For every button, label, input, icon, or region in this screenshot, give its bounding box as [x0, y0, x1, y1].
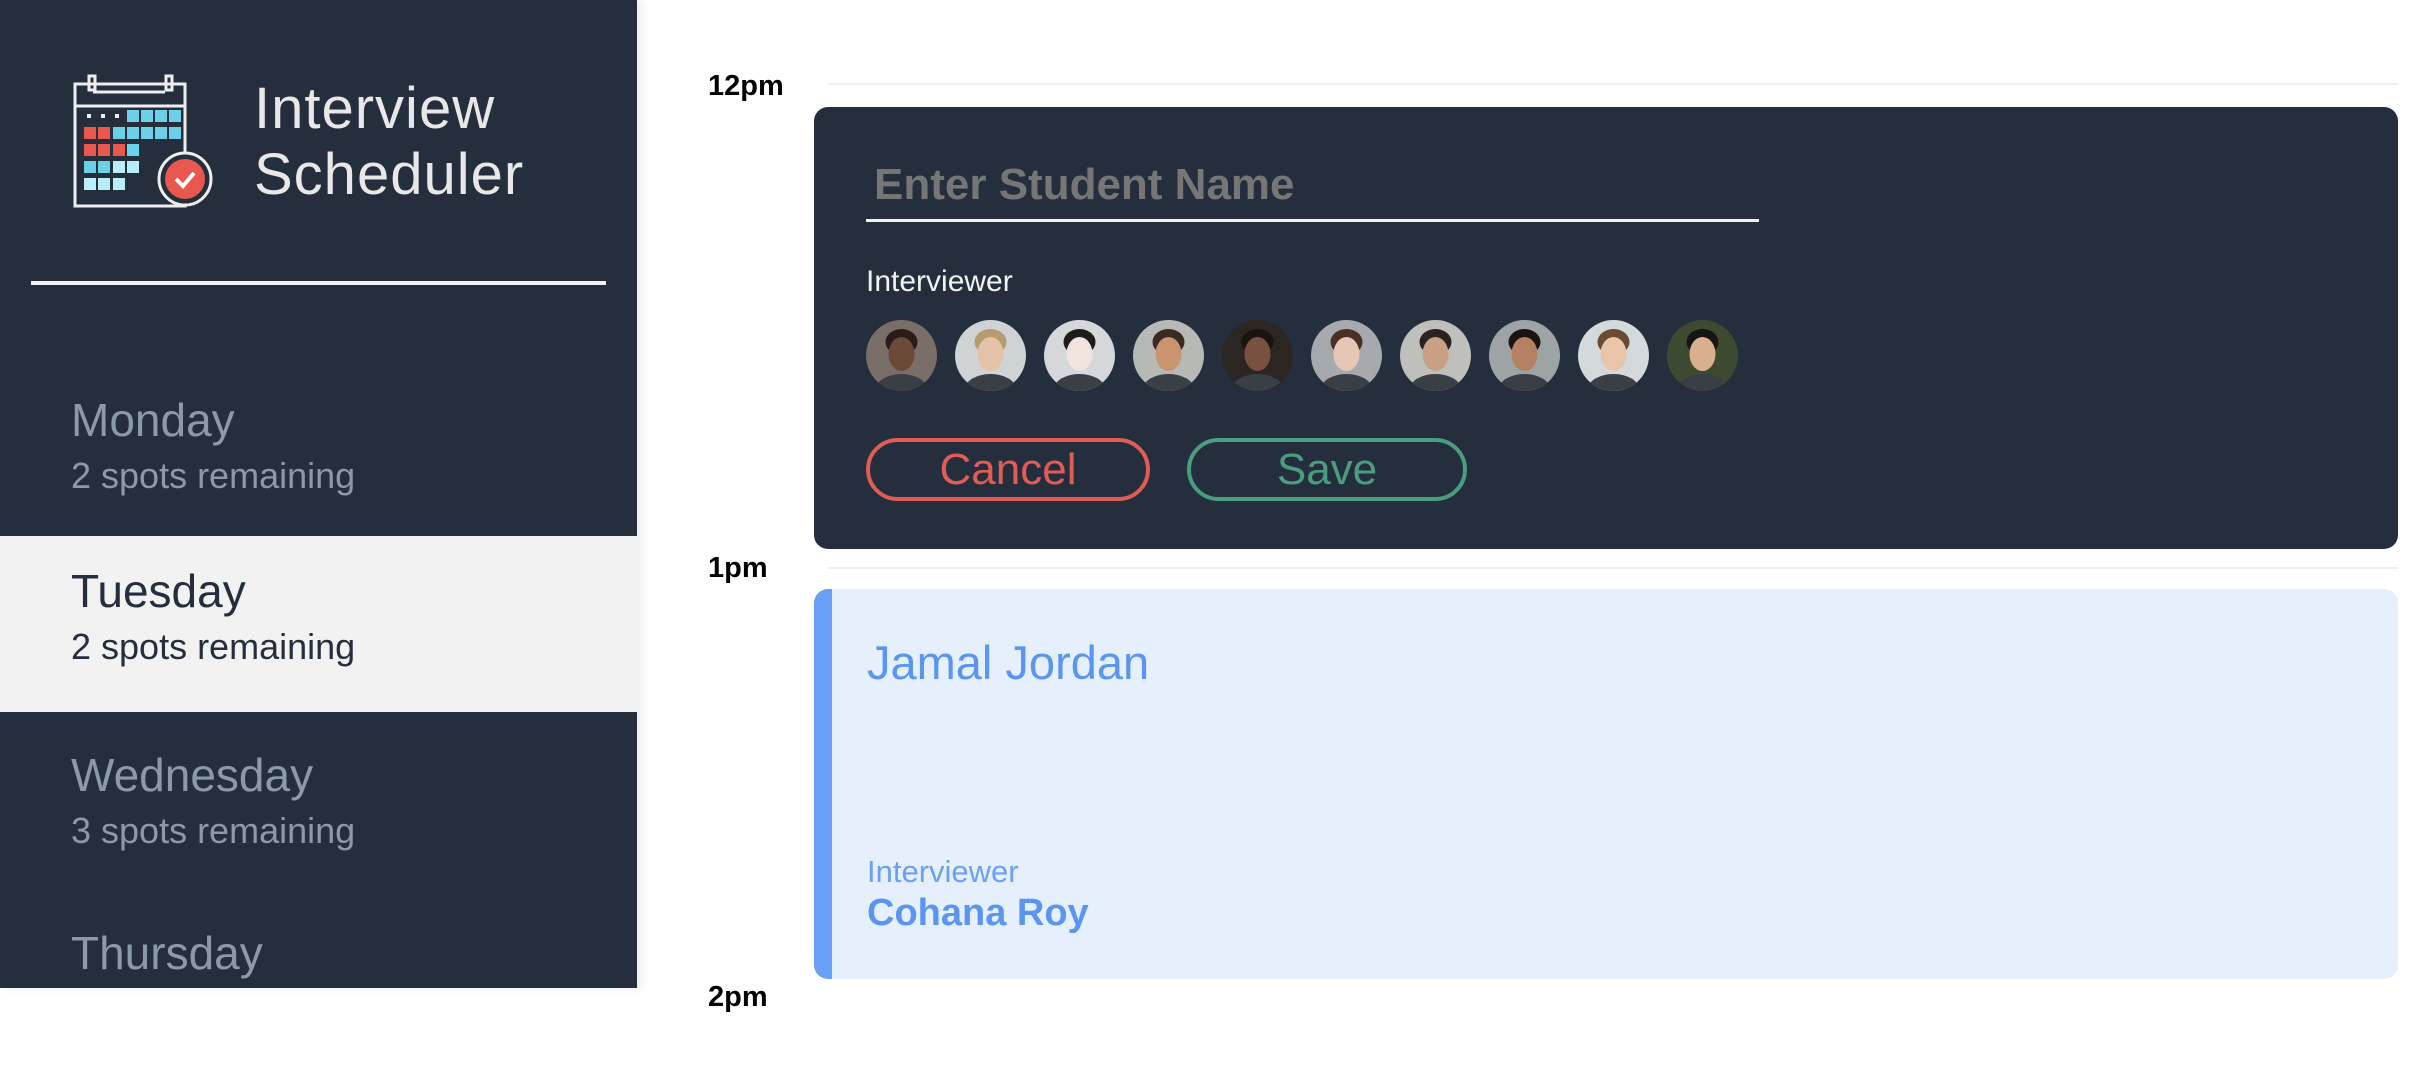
- app-title-line2: Scheduler: [254, 142, 525, 207]
- time-label-2pm: 2pm: [708, 981, 768, 1013]
- interviewer-list: [866, 320, 1738, 391]
- day-spots: 2 spots remaining: [71, 455, 356, 496]
- avatar-photo-icon: [1400, 320, 1471, 391]
- appointment-card[interactable]: Jamal Jordan Interviewer Cohana Roy: [814, 589, 2398, 979]
- sidebar-day-wednesday[interactable]: Wednesday 3 spots remaining: [0, 720, 637, 896]
- hour-separator: [828, 567, 2398, 569]
- interviewer-label: Interviewer: [866, 265, 1013, 298]
- day-name: Thursday: [71, 927, 263, 979]
- interviewer-avatar[interactable]: [1311, 320, 1382, 391]
- interviewer-avatar[interactable]: [1489, 320, 1560, 391]
- avatar-photo-icon: [1667, 320, 1738, 391]
- interviewer-avatar[interactable]: [955, 320, 1026, 391]
- sidebar-day-monday[interactable]: Monday 2 spots remaining: [0, 365, 637, 541]
- appointment-student: Jamal Jordan: [867, 636, 1150, 689]
- day-name: Tuesday: [71, 565, 246, 617]
- hour-separator: [828, 83, 2398, 85]
- day-name: Wednesday: [71, 749, 314, 801]
- sidebar: Interview Scheduler Monday 2 spots remai…: [0, 0, 637, 988]
- interviewer-avatar[interactable]: [1667, 320, 1738, 391]
- sidebar-day-tuesday[interactable]: Tuesday 2 spots remaining: [0, 536, 637, 712]
- avatar-photo-icon: [955, 320, 1026, 391]
- avatar-photo-icon: [1133, 320, 1204, 391]
- day-name: Monday: [71, 394, 235, 446]
- interviewer-avatar[interactable]: [1044, 320, 1115, 391]
- cancel-button[interactable]: Cancel: [866, 438, 1150, 501]
- interviewer-avatar[interactable]: [1222, 320, 1293, 391]
- time-label-1pm: 1pm: [708, 552, 768, 584]
- interviewer-avatar[interactable]: [866, 320, 937, 391]
- calendar-check-icon: [73, 74, 213, 208]
- avatar-photo-icon: [866, 320, 937, 391]
- time-label-12pm: 12pm: [708, 70, 784, 102]
- interviewer-avatar[interactable]: [1578, 320, 1649, 391]
- appointment-interviewer-label: Interviewer: [867, 854, 1019, 889]
- avatar-photo-icon: [1222, 320, 1293, 391]
- avatar-photo-icon: [1311, 320, 1382, 391]
- interviewer-avatar[interactable]: [1400, 320, 1471, 391]
- save-button[interactable]: Save: [1187, 438, 1467, 501]
- app-title-line1: Interview: [254, 76, 496, 141]
- day-spots: 2 spots remaining: [71, 626, 356, 667]
- sidebar-day-thursday[interactable]: Thursday: [0, 898, 637, 1074]
- app-title: Interview Scheduler: [254, 76, 524, 208]
- avatar-photo-icon: [1044, 320, 1115, 391]
- sidebar-divider: [31, 281, 606, 285]
- appointment-interviewer: Cohana Roy: [867, 892, 1089, 934]
- student-name-input[interactable]: [866, 155, 1759, 222]
- avatar-photo-icon: [1578, 320, 1649, 391]
- avatar-photo-icon: [1489, 320, 1560, 391]
- day-spots: 3 spots remaining: [71, 810, 356, 851]
- appointment-form: Interviewer: [814, 107, 2398, 549]
- interviewer-avatar[interactable]: [1133, 320, 1204, 391]
